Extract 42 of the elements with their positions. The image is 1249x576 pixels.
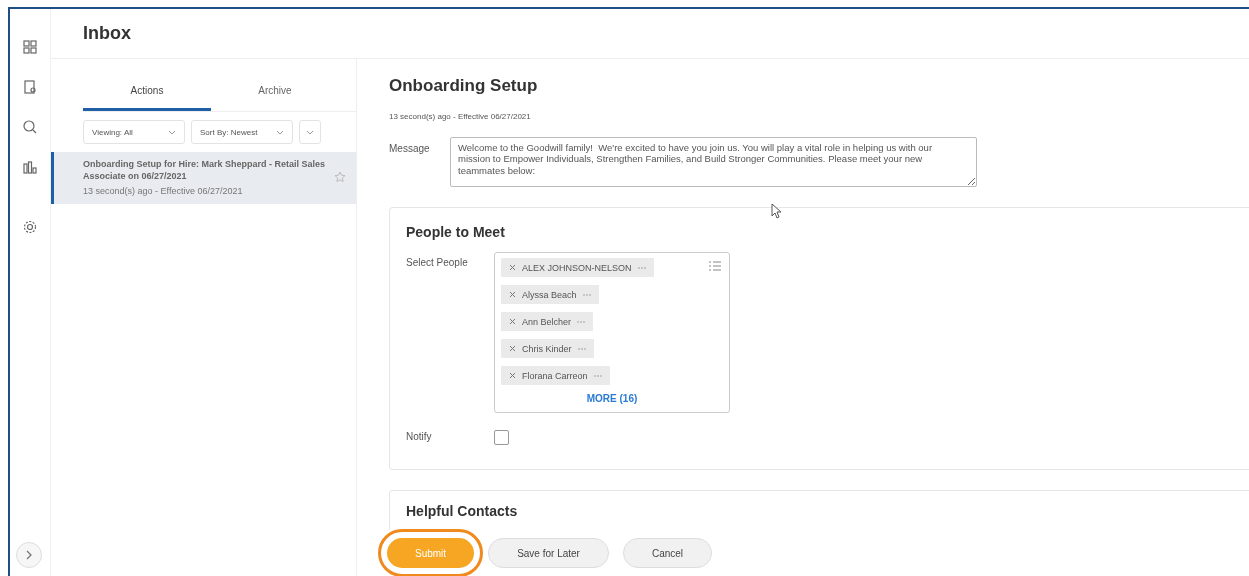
task-title: Onboarding Setup xyxy=(389,76,539,96)
field-label: Notify xyxy=(406,430,433,442)
chevron-right-icon xyxy=(24,550,34,560)
item-meta: 13 second(s) ago - Effective 06/27/2021 xyxy=(83,186,244,197)
tab[interactable]: Actions xyxy=(83,73,211,111)
filter-dropdown[interactable]: Viewing: All xyxy=(83,120,185,144)
section-title: People to Meet xyxy=(406,224,506,240)
inbox-item[interactable]: Onboarding Setup for Hire: Mark Sheppard - Retail Sales Associate on 06/27/2021 13 second(s) ago - Effective 06/27/2021 xyxy=(51,152,356,205)
person-pill[interactable]: Chris Kinder xyxy=(501,339,594,358)
person-pill[interactable]: Florana Carreon xyxy=(501,366,610,385)
field-label: Message xyxy=(389,142,431,154)
person-pill[interactable]: ALEX JOHNSON-NELSON xyxy=(501,258,654,277)
people-selector[interactable]: ALEX JOHNSON-NELSON Alyssa Beach Ann Belcher Chris Kinder Florana Carreon MORE (16) xyxy=(494,252,730,413)
chevron-down-icon xyxy=(306,128,314,136)
section-title: Helpful Contacts xyxy=(406,503,519,519)
message-field[interactable]: Welcome to the Goodwill family! We're excited to have you join us. You will play a vital role in helping us with our mission to Empower Individuals, Strengthen Families, and Build Stronger Communities. Please meet your new teammates below: xyxy=(450,137,977,187)
star-icon[interactable] xyxy=(334,171,346,184)
search-icon[interactable] xyxy=(22,119,38,135)
remove-icon[interactable] xyxy=(509,372,516,379)
grid-icon[interactable] xyxy=(22,39,38,55)
remove-icon[interactable] xyxy=(509,318,516,325)
person-pill[interactable]: Alyssa Beach xyxy=(501,285,599,304)
chevron-down-icon xyxy=(168,128,176,136)
remove-icon[interactable] xyxy=(509,345,516,352)
settings-icon[interactable] xyxy=(22,219,38,235)
chevron-down-icon xyxy=(276,128,284,136)
task-meta: 13 second(s) ago - Effective 06/27/2021 xyxy=(389,112,532,121)
person-pill[interactable]: Ann Belcher xyxy=(501,312,594,331)
remove-icon[interactable] xyxy=(509,264,516,271)
filter-dropdown[interactable]: Sort By: Newest xyxy=(191,120,293,144)
notify-checkbox[interactable] xyxy=(494,430,509,445)
field-label: Select People xyxy=(406,256,469,268)
action-button[interactable]: Save for Later xyxy=(488,538,609,568)
action-button[interactable]: Cancel xyxy=(622,538,713,568)
page-title: Inbox xyxy=(83,23,131,44)
document-search-icon[interactable] xyxy=(22,79,38,95)
tab[interactable]: Archive xyxy=(211,73,339,111)
remove-icon[interactable] xyxy=(509,291,516,298)
more-link[interactable]: MORE (16) xyxy=(586,393,638,404)
item-title: Onboarding Setup for Hire: Mark Sheppard - Retail Sales Associate on 06/27/2021 xyxy=(83,158,326,183)
cursor-icon xyxy=(771,203,783,219)
bar-chart-icon[interactable] xyxy=(22,159,38,175)
